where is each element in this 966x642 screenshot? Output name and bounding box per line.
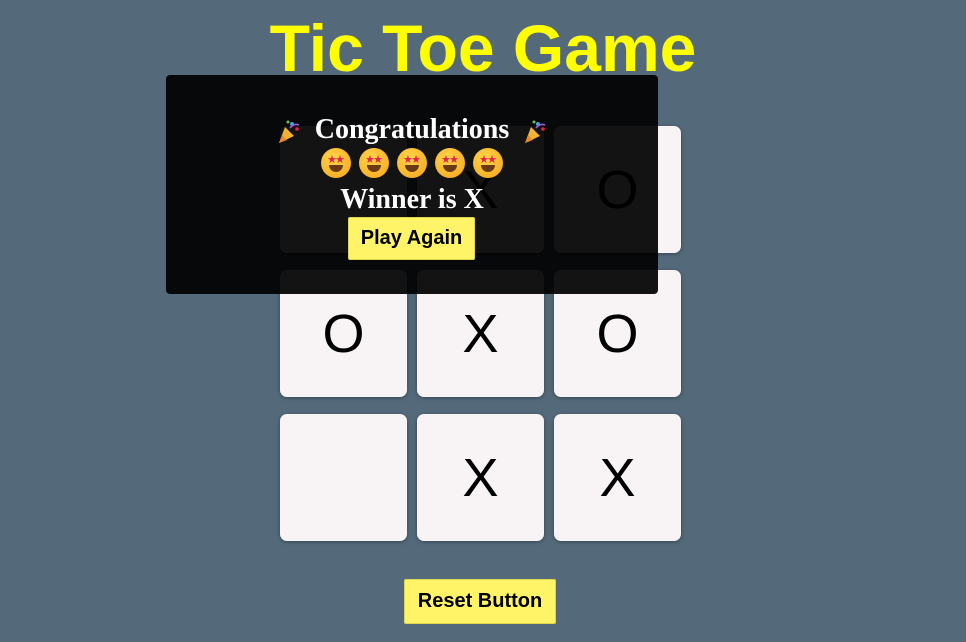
star-struck-face-icon: ★ ★ — [435, 148, 465, 178]
party-popper-icon — [278, 120, 300, 143]
board-cell-7[interactable] — [280, 414, 407, 541]
board-cell-9[interactable]: X — [554, 414, 681, 541]
party-popper-icon — [525, 120, 546, 143]
star-struck-face-icon: ★ ★ — [359, 148, 389, 178]
play-again-button[interactable]: Play Again — [348, 217, 475, 260]
winner-text: Winner is X — [340, 184, 484, 215]
reset-button[interactable]: Reset Button — [404, 579, 556, 624]
star-struck-face-icon: ★ ★ — [321, 148, 351, 178]
board-cell-8[interactable]: X — [417, 414, 544, 541]
emoji-row: ★ ★ ★ ★ ★ ★ ★ ★ ★ ★ — [166, 148, 658, 178]
congrats-text: Congratulations — [314, 114, 510, 145]
star-struck-face-icon: ★ ★ — [397, 148, 427, 178]
star-struck-face-icon: ★ ★ — [473, 148, 503, 178]
congrats-message: Congratulations — [166, 112, 658, 148]
